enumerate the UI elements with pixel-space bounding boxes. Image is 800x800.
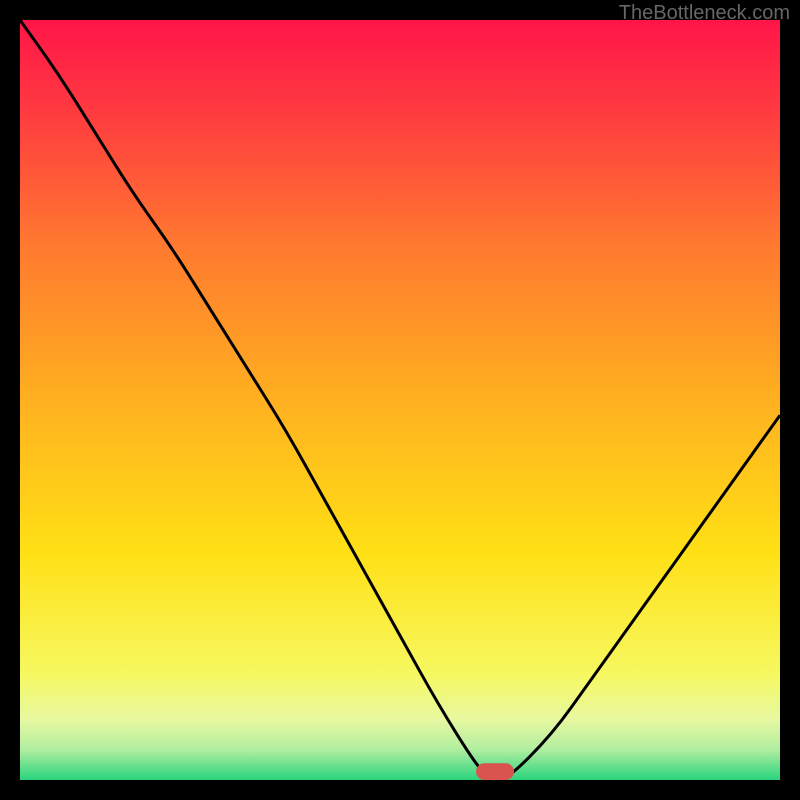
chart-container: TheBottleneck.com [0,0,800,800]
optimal-marker [476,763,514,780]
plot-background [20,20,780,780]
watermark-text: TheBottleneck.com [619,2,790,25]
bottleneck-chart [0,0,800,800]
